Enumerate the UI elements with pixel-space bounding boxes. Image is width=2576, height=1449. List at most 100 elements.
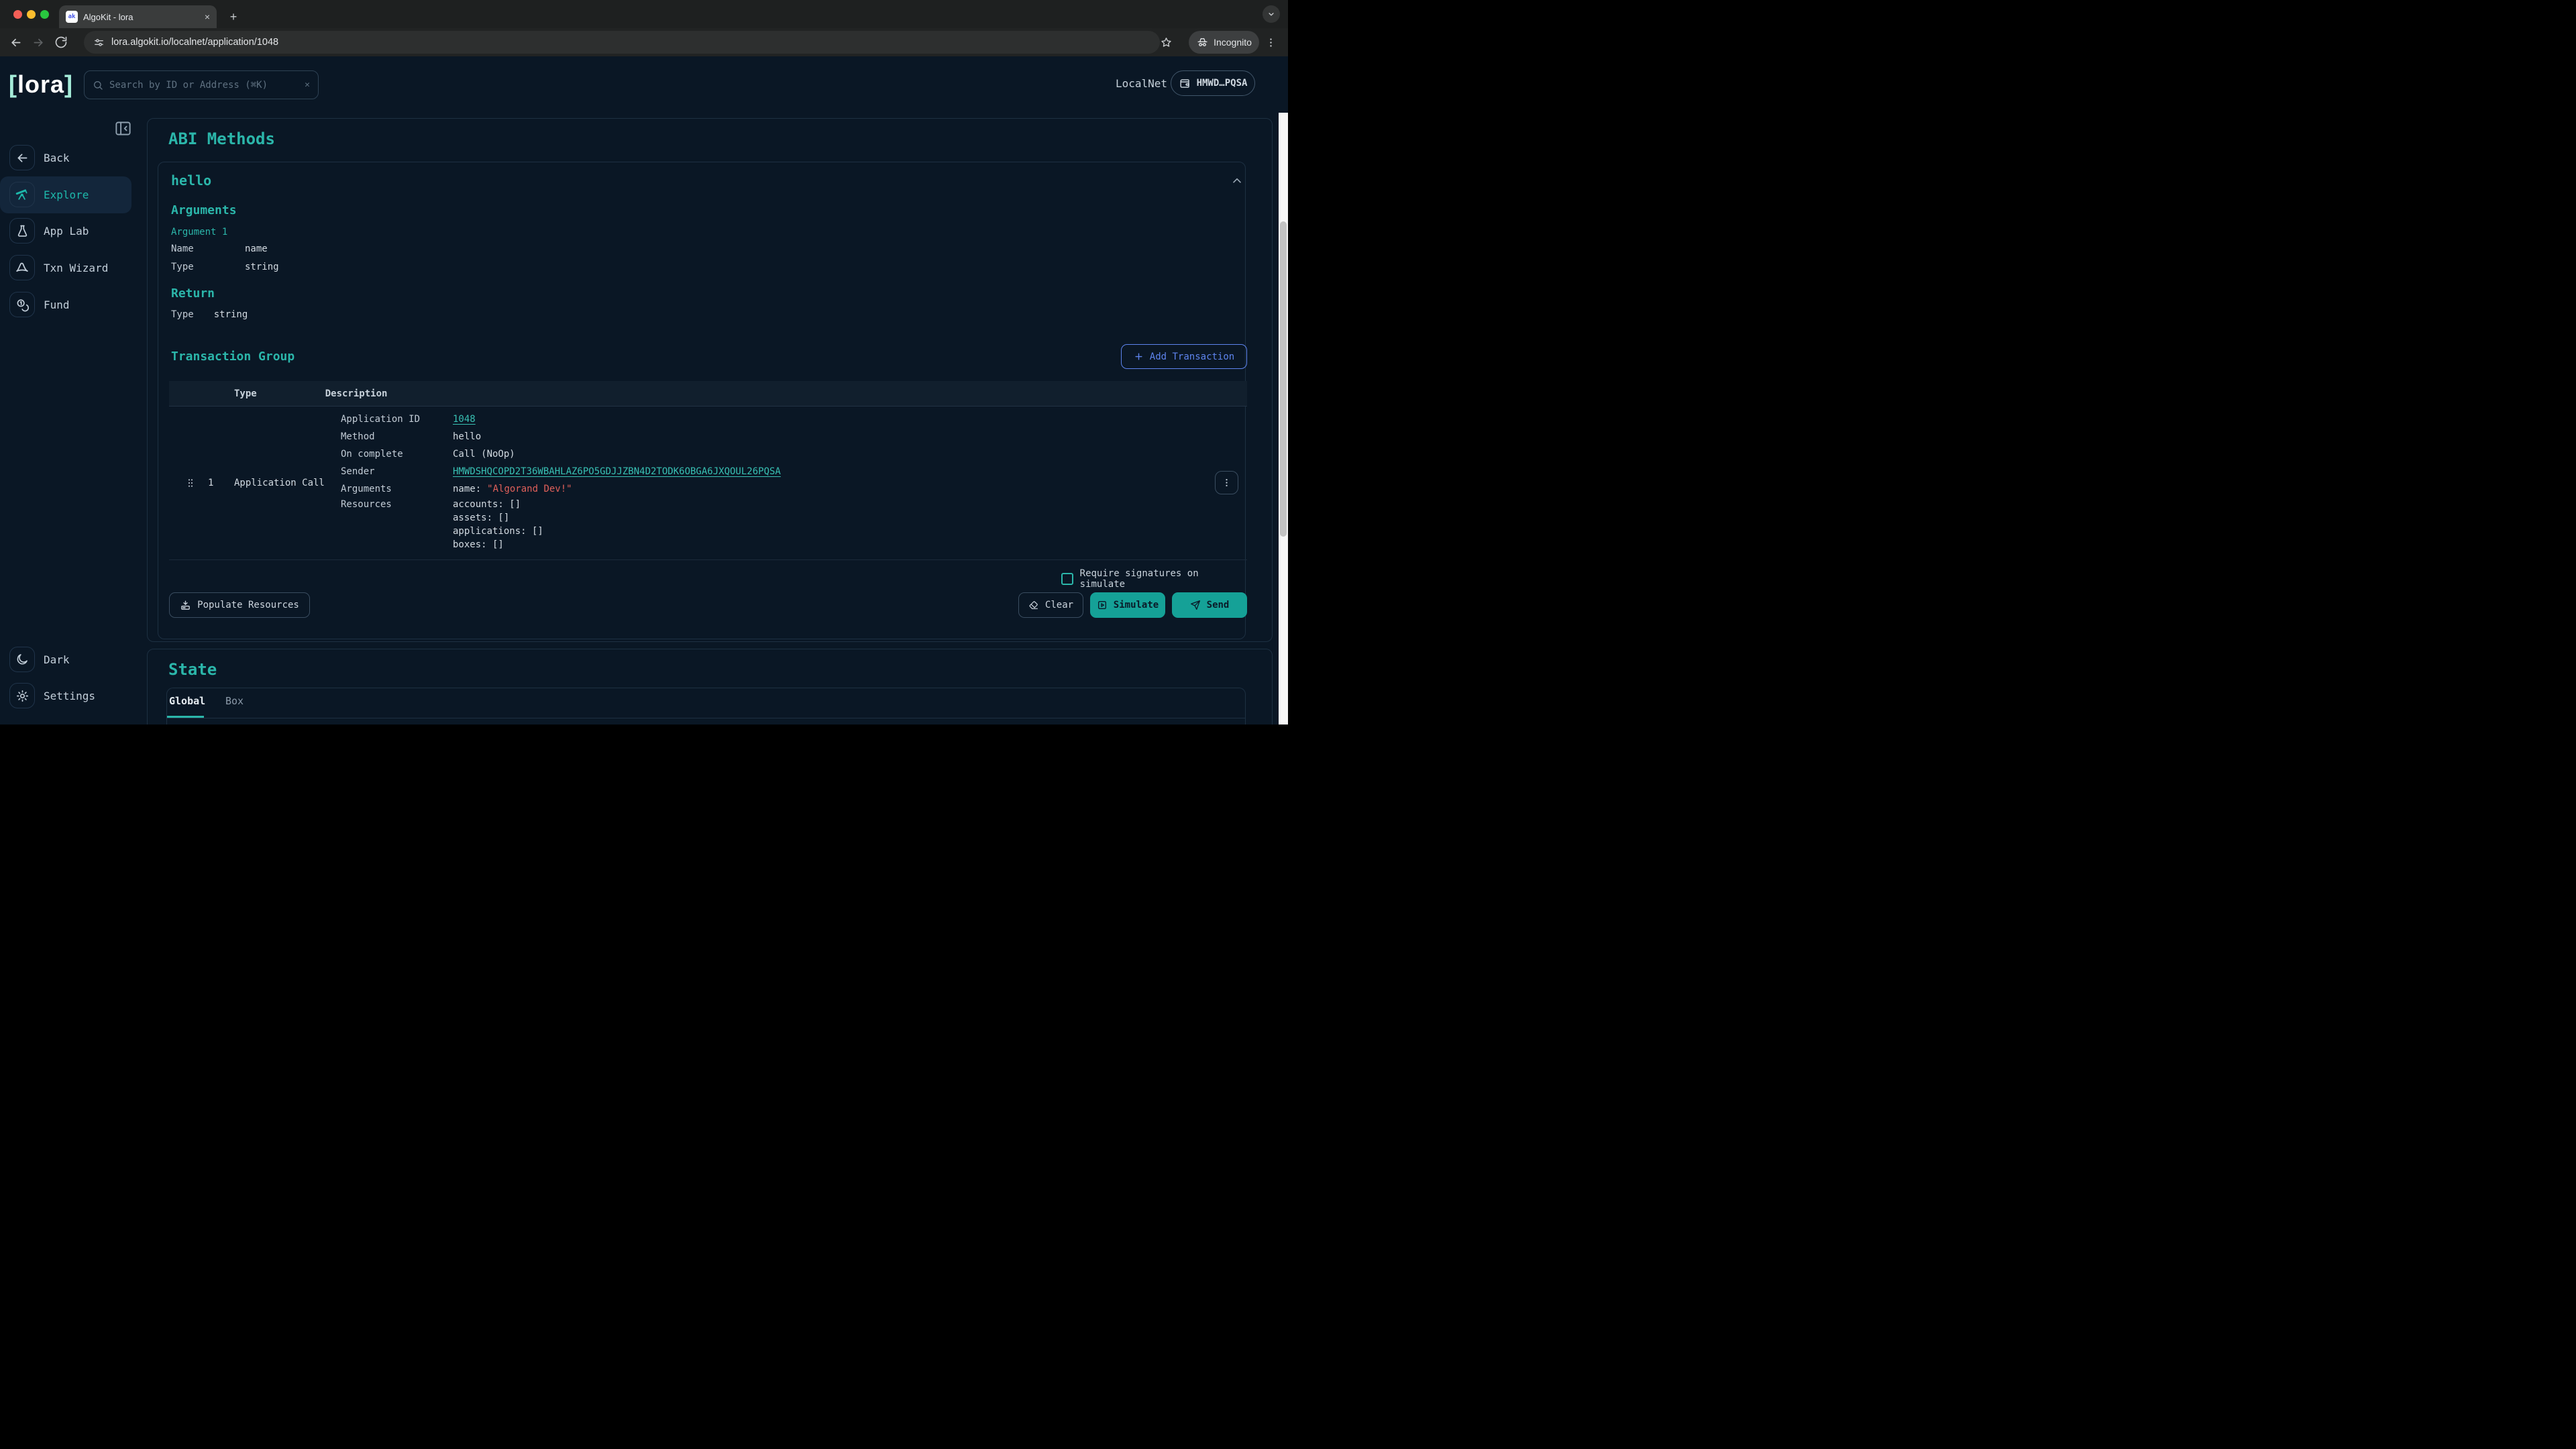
app-id-link[interactable]: 1048 — [453, 414, 476, 425]
abi-methods-section: ABI Methods hello Arguments Argument 1 N… — [147, 118, 1273, 642]
star-icon — [1160, 36, 1173, 49]
sidebar-item-explore[interactable]: Explore — [9, 182, 89, 207]
site-settings-icon[interactable] — [93, 37, 105, 48]
require-signatures-checkbox[interactable] — [1061, 573, 1073, 585]
argument-row: Name name — [171, 244, 268, 254]
sender-address-link[interactable]: HMWDSHQCOPD2T36WBAHLAZ6PO5GDJJZBN4D2TODK… — [453, 466, 781, 477]
url-bar[interactable]: lora.algokit.io/localnet/application/104… — [84, 31, 1160, 54]
grip-dots-icon — [185, 476, 196, 490]
populate-resources-button[interactable]: Populate Resources — [169, 592, 310, 618]
argument-type-value: string — [245, 262, 279, 272]
sidebar-collapse-button[interactable] — [114, 119, 132, 138]
scrollbar-track[interactable] — [1279, 113, 1288, 724]
require-signatures-row: Require signatures on simulate — [1061, 568, 1245, 590]
resources-assets: assets: [] — [453, 511, 543, 525]
telescope-icon — [9, 182, 35, 207]
state-tabs-card: Global Box — [166, 688, 1246, 724]
return-row: Type string — [171, 309, 248, 320]
return-title: Return — [171, 286, 215, 301]
simulate-label: Simulate — [1114, 600, 1159, 610]
lora-logo[interactable]: [lora] — [9, 70, 73, 99]
reload-button[interactable] — [50, 31, 72, 54]
sidebar-item-label: Explore — [44, 189, 89, 201]
send-button[interactable]: Send — [1172, 592, 1247, 618]
method-label: Method — [341, 431, 453, 442]
browser-tab[interactable]: ak AlgoKit - lora × — [59, 5, 217, 28]
resources-list: accounts: [] assets: [] applications: []… — [453, 498, 543, 551]
search-clear-icon[interactable]: ✕ — [305, 80, 310, 90]
transaction-table: Type Description 1 Application Call Appl… — [169, 381, 1247, 560]
send-icon — [1190, 600, 1201, 610]
window-minimize-button[interactable] — [27, 10, 36, 19]
state-section: State Global Box — [147, 649, 1273, 724]
return-type-value: string — [214, 309, 248, 320]
method-collapse-button[interactable] — [1230, 174, 1244, 188]
tab-title: AlgoKit - lora — [83, 12, 199, 22]
new-tab-button[interactable]: + — [225, 9, 241, 25]
kebab-menu-icon — [1222, 478, 1232, 488]
incognito-badge: Incognito — [1189, 31, 1259, 54]
row-menu-button[interactable] — [1215, 471, 1238, 494]
bookmark-star-button[interactable] — [1155, 31, 1177, 54]
resources-applications: applications: [] — [453, 525, 543, 538]
tab-search-button[interactable] — [1263, 5, 1280, 23]
download-icon — [180, 600, 191, 611]
sidebar-item-fund[interactable]: Fund — [9, 292, 70, 317]
plus-icon — [1134, 352, 1144, 362]
window-close-button[interactable] — [13, 10, 22, 19]
chevron-down-icon — [1267, 9, 1276, 19]
description-line: Resources accounts: [] assets: [] applic… — [341, 498, 781, 551]
tab-box[interactable]: Box — [225, 695, 244, 707]
wizard-hat-icon — [9, 255, 35, 280]
arrow-left-icon — [9, 145, 35, 170]
description-line: On complete Call (NoOp) — [341, 445, 781, 463]
logo-bracket: ] — [64, 70, 73, 98]
argument-caption: Argument 1 — [171, 227, 227, 237]
theme-toggle[interactable]: Dark — [9, 647, 70, 672]
table-row: 1 Application Call Application ID 1048 M… — [169, 407, 1247, 560]
browser-menu-button[interactable] — [1259, 31, 1282, 54]
back-button[interactable] — [4, 31, 27, 54]
add-transaction-button[interactable]: Add Transaction — [1121, 344, 1247, 369]
logo-text: lora — [17, 70, 64, 98]
sidebar-item-label: Back — [44, 152, 70, 164]
app-id-label: Application ID — [341, 414, 453, 425]
on-complete-label: On complete — [341, 449, 453, 460]
resources-accounts: accounts: [] — [453, 498, 543, 511]
window-maximize-button[interactable] — [40, 10, 49, 19]
network-label[interactable]: LocalNet — [1116, 77, 1167, 90]
sidebar-item-settings[interactable]: Settings — [9, 683, 95, 708]
row-index: 1 — [208, 478, 213, 488]
send-label: Send — [1207, 600, 1230, 610]
gear-icon — [9, 683, 35, 708]
forward-button[interactable] — [27, 31, 50, 54]
sidebar-item-app-lab[interactable]: App Lab — [9, 218, 89, 244]
state-title: State — [168, 660, 217, 679]
wallet-icon — [1179, 77, 1191, 90]
method-name: hello — [171, 172, 211, 189]
sidebar-item-label: Settings — [44, 690, 95, 702]
moon-icon — [9, 647, 35, 672]
sidebar-item-txn-wizard[interactable]: Txn Wizard — [9, 255, 108, 280]
sidebar-item-back[interactable]: Back — [9, 145, 70, 170]
resources-label: Resources — [341, 498, 453, 511]
lora-app: [lora] ✕ LocalNet HMWD…PQSA Back Explore… — [0, 56, 1288, 724]
play-square-icon — [1097, 600, 1108, 610]
global-search[interactable]: ✕ — [84, 70, 319, 99]
argument-type-label: Type — [171, 262, 245, 272]
argument-name-label: Name — [171, 244, 245, 254]
simulate-button[interactable]: Simulate — [1090, 592, 1165, 618]
search-input[interactable] — [109, 80, 299, 91]
arguments-key: name: — [453, 484, 481, 494]
tab-close-icon[interactable]: × — [205, 11, 210, 22]
panel-collapse-icon — [114, 119, 132, 138]
arguments-string-value: "Algorand Dev!" — [487, 484, 572, 494]
tab-global[interactable]: Global — [169, 695, 205, 707]
wallet-button[interactable]: HMWD…PQSA — [1171, 70, 1255, 96]
transaction-group-title: Transaction Group — [171, 350, 294, 364]
clear-button[interactable]: Clear — [1018, 592, 1083, 618]
coins-icon — [9, 292, 35, 317]
scrollbar-thumb[interactable] — [1280, 221, 1287, 537]
kebab-menu-icon — [1265, 37, 1277, 48]
drag-handle[interactable] — [185, 476, 196, 490]
